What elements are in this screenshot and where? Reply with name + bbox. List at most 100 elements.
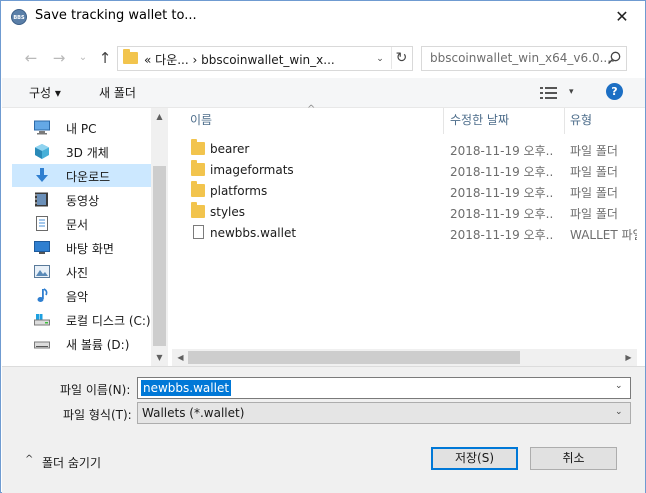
file-icon — [193, 225, 204, 239]
desktop-icon — [34, 240, 50, 255]
organize-button[interactable]: 구성 ▾ — [29, 84, 61, 101]
close-button[interactable]: ✕ — [609, 7, 635, 27]
sidebar-item-volume-d[interactable]: 새 볼륨 (D:) — [12, 332, 152, 355]
command-bar: 구성 ▾ 새 폴더 ▾ ? — [2, 78, 645, 108]
file-row[interactable]: newbbs.wallet 2018-11-19 오후... WALLET 파일 — [172, 223, 637, 244]
save-button[interactable]: 저장(S) — [431, 447, 518, 470]
folder-icon — [191, 181, 205, 197]
scroll-down-icon[interactable]: ▼ — [151, 349, 168, 366]
scroll-right-icon[interactable]: ▶ — [620, 349, 637, 366]
sidebar-item-label: 새 볼륨 (D:) — [66, 338, 130, 352]
folder-icon — [191, 139, 205, 155]
sidebar-item-label: 3D 개체 — [66, 146, 109, 160]
file-modified: 2018-11-19 오후... — [450, 207, 554, 221]
search-box[interactable]: bbscoinwallet_win_x64_v6.0.... — [421, 46, 627, 71]
search-input[interactable]: bbscoinwallet_win_x64_v6.0.... — [430, 51, 615, 65]
scroll-up-icon[interactable]: ▲ — [151, 108, 168, 125]
view-options-icon[interactable] — [540, 86, 558, 103]
sidebar-item-label: 다운로드 — [66, 170, 111, 184]
sidebar-item-label: 내 PC — [66, 122, 97, 136]
file-modified: 2018-11-19 오후... — [450, 165, 554, 179]
address-bar[interactable]: « 다운... › bbscoinwallet_win_x... — [117, 46, 413, 71]
picture-icon — [34, 264, 50, 279]
cancel-button[interactable]: 취소 — [530, 447, 617, 470]
drive-icon — [34, 336, 50, 351]
file-modified: 2018-11-19 오후... — [450, 186, 554, 200]
sidebar-item-documents[interactable]: 문서 — [12, 212, 152, 235]
file-list-scroll-thumb[interactable] — [188, 351, 520, 364]
filename-dropdown-icon[interactable]: ⌄ — [615, 381, 623, 391]
file-type: WALLET 파일 — [570, 228, 637, 242]
dialog-title: Save tracking wallet to... — [35, 8, 197, 23]
search-icon[interactable] — [606, 50, 622, 66]
save-dialog: BBS Save tracking wallet to... ✕ ← → ⌄ ↑… — [0, 0, 646, 493]
new-folder-button[interactable]: 새 폴더 — [99, 84, 136, 101]
sidebar-item-downloads[interactable]: 다운로드 — [12, 164, 152, 187]
view-dropdown-icon[interactable]: ▾ — [569, 87, 574, 97]
chevron-up-icon: ^ — [25, 454, 34, 465]
back-arrow-icon[interactable]: ← — [21, 47, 41, 69]
folder-icon — [191, 160, 205, 176]
column-header-name[interactable]: 이름 — [190, 111, 212, 133]
file-modified: 2018-11-19 오후... — [450, 144, 554, 158]
title-bar: BBS Save tracking wallet to... ✕ — [1, 1, 645, 31]
column-header-type[interactable]: 유형 — [570, 111, 592, 133]
sidebar-item-desktop[interactable]: 바탕 화면 — [12, 236, 152, 259]
filename-label: 파일 이름(N): — [60, 383, 131, 397]
file-name: bearer — [210, 142, 250, 156]
up-arrow-icon[interactable]: ↑ — [95, 47, 115, 69]
sidebar-item-videos[interactable]: 동영상 — [12, 188, 152, 211]
sidebar-item-label: 로컬 디스크 (C:) — [66, 314, 151, 328]
refresh-icon[interactable]: ↻ — [391, 47, 411, 69]
filename-value[interactable]: newbbs.wallet — [141, 380, 232, 396]
file-name: platforms — [210, 184, 268, 198]
sidebar-item-label: 동영상 — [66, 194, 100, 208]
sidebar-item-this-pc[interactable]: 내 PC — [12, 116, 152, 139]
sidebar-item-pictures[interactable]: 사진 — [12, 260, 152, 283]
file-type: 파일 폴더 — [570, 165, 618, 179]
navigation-pane: 내 PC 3D 개체 다운로드 동영상 문서 바탕 화면 사진 음악 로컬 디스… — [2, 108, 168, 366]
file-modified: 2018-11-19 오후... — [450, 228, 554, 242]
nav-pane-scroll-thumb[interactable] — [153, 166, 166, 346]
scroll-left-icon[interactable]: ◀ — [172, 349, 189, 366]
help-icon[interactable]: ? — [606, 83, 623, 100]
column-divider[interactable] — [564, 108, 565, 134]
drive-icon — [34, 312, 50, 327]
hide-folders-button[interactable]: ^ 폴더 숨기기 — [15, 450, 133, 474]
sidebar-item-music[interactable]: 음악 — [12, 284, 152, 307]
column-divider[interactable] — [443, 108, 444, 134]
file-row[interactable]: platforms 2018-11-19 오후... 파일 폴더 — [172, 181, 637, 202]
file-name: styles — [210, 205, 246, 219]
sidebar-item-local-disk-c[interactable]: 로컬 디스크 (C:) — [12, 308, 152, 331]
pc-icon — [34, 120, 50, 135]
file-row[interactable]: imageformats 2018-11-19 오후... 파일 폴더 — [172, 160, 637, 181]
sidebar-item-3d-objects[interactable]: 3D 개체 — [12, 140, 152, 163]
filetype-select[interactable]: Wallets (*.wallet) ⌄ — [137, 402, 631, 424]
sidebar-item-label: 사진 — [66, 266, 89, 280]
column-header-modified[interactable]: 수정한 날짜 — [450, 111, 509, 133]
filetype-label: 파일 형식(T): — [63, 408, 132, 422]
filename-input[interactable]: newbbs.wallet ⌄ — [137, 377, 631, 399]
address-dropdown-icon[interactable]: ⌄ — [371, 49, 389, 69]
sidebar-item-label: 음악 — [66, 290, 89, 304]
forward-arrow-icon[interactable]: → — [49, 47, 69, 69]
sidebar-item-label: 문서 — [66, 218, 89, 232]
recent-locations-chevron-icon[interactable]: ⌄ — [73, 47, 93, 69]
music-icon — [34, 288, 50, 303]
file-type: 파일 폴더 — [570, 186, 618, 200]
hide-folders-label: 폴더 숨기기 — [42, 456, 102, 470]
sidebar-item-label: 바탕 화면 — [66, 242, 114, 256]
file-type: 파일 폴더 — [570, 207, 618, 221]
file-name: newbbs.wallet — [210, 226, 297, 240]
cube-icon — [34, 144, 50, 159]
sort-ascending-icon: ^ — [307, 104, 316, 115]
file-row[interactable]: styles 2018-11-19 오후... 파일 폴더 — [172, 202, 637, 223]
file-name: imageformats — [210, 163, 294, 177]
filetype-value: Wallets (*.wallet) — [142, 406, 245, 420]
filetype-dropdown-icon[interactable]: ⌄ — [615, 407, 623, 417]
download-icon — [34, 168, 50, 183]
file-row[interactable]: bearer 2018-11-19 오후... 파일 폴더 — [172, 139, 637, 160]
address-path[interactable]: « 다운... › bbscoinwallet_win_x... — [144, 51, 335, 68]
document-icon — [34, 216, 50, 231]
folder-icon — [123, 49, 138, 64]
